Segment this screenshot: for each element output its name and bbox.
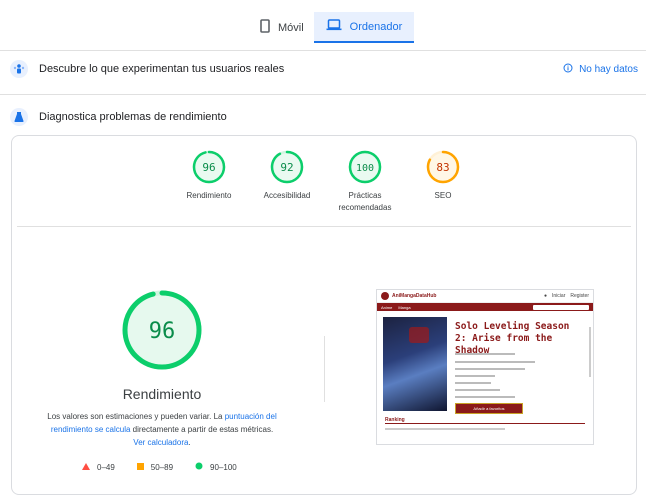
gauge-performance-label: Rendimiento — [186, 191, 232, 200]
score-legend: 0–49 50–89 90–100 — [82, 462, 237, 472]
tab-desktop-label: Ordenador — [349, 20, 403, 33]
performance-title: Rendimiento — [122, 386, 202, 402]
section-divider — [0, 94, 646, 95]
page-screenshot: AniMangaDataHub ● Iniciar Register Anime… — [376, 289, 594, 445]
gauge-best-practices-ring: 100 — [348, 150, 382, 184]
shot-header: AniMangaDataHub ● Iniciar Register — [377, 290, 593, 303]
square-icon — [136, 462, 144, 472]
tab-desktop[interactable]: Ordenador — [313, 12, 415, 43]
diagnostics-section: Diagnostica problemas de rendimiento — [10, 107, 638, 127]
shot-text-line — [455, 396, 515, 398]
tabs-divider — [0, 50, 646, 51]
gauge-seo-label: SEO — [434, 191, 452, 200]
field-data-section: Descubre lo que experimentan tus usuario… — [10, 59, 638, 79]
gauge-accessibility[interactable]: 92 Accesibilidad — [248, 150, 326, 214]
legend-average-range: 50–89 — [150, 462, 174, 472]
shot-text-line — [455, 389, 500, 391]
tab-mobile-label: Móvil — [278, 21, 304, 34]
shot-poster — [383, 317, 447, 411]
device-tabs: Móvil Ordenador — [250, 12, 415, 43]
shot-nav-anime: Anime — [381, 304, 393, 310]
gauge-accessibility-label: Accesibilidad — [263, 191, 311, 200]
gauge-seo-value: 83 — [436, 161, 449, 174]
gauge-performance-value: 96 — [202, 161, 215, 174]
performance-disclaimer: Los valores son estimaciones y pueden va… — [45, 410, 279, 449]
legend-fail-range: 0–49 — [97, 462, 115, 472]
performance-score: 96 — [149, 319, 176, 344]
gauge-best-practices-label: Prácticas recomendadas — [338, 191, 392, 212]
legend-fail: 0–49 — [82, 462, 115, 472]
circle-icon — [195, 462, 203, 472]
disclaimer-text: Los valores son estimaciones y pueden va… — [47, 412, 225, 421]
shot-body: Solo Leveling Season 2: Arise from the S… — [377, 311, 593, 431]
score-gauges: 96 Rendimiento 92 Accesibilidad 100 Prác… — [170, 150, 482, 214]
gauge-seo[interactable]: 83 SEO — [404, 150, 482, 214]
gauges-divider — [17, 226, 631, 227]
disclaimer-text-2: directamente a partir de estas métricas. — [130, 425, 274, 434]
performance-gauge: 96 — [122, 290, 202, 370]
phone-icon — [260, 19, 270, 36]
calculator-link[interactable]: Ver calculadora — [133, 438, 188, 447]
shot-brand: AniMangaDataHub — [392, 293, 437, 299]
shot-title: Solo Leveling Season 2: Arise from the S… — [455, 321, 570, 356]
gauge-performance-ring: 96 — [192, 150, 226, 184]
shot-search — [533, 304, 589, 310]
shot-scrollbar — [589, 327, 591, 377]
info-icon — [563, 63, 573, 76]
disclaimer-end: . — [188, 438, 191, 447]
legend-pass-range: 90–100 — [210, 462, 237, 472]
laptop-icon — [326, 19, 342, 34]
legend-pass: 90–100 — [195, 462, 237, 472]
brand-logo-icon — [381, 292, 389, 300]
shot-register: Register — [570, 293, 589, 299]
shot-text-line — [385, 428, 505, 430]
shot-favorite-button: Añadir a favoritos — [455, 403, 523, 414]
users-icon — [10, 60, 28, 78]
field-data-title: Descubre lo que experimentan tus usuario… — [39, 63, 285, 75]
triangle-icon — [82, 462, 90, 472]
no-data-link[interactable]: No hay datos — [563, 63, 638, 76]
shot-login: Iniciar — [552, 293, 566, 299]
vertical-separator — [324, 336, 325, 402]
gauge-best-practices[interactable]: 100 Prácticas recomendadas — [326, 150, 404, 214]
diagnostics-title: Diagnostica problemas de rendimiento — [39, 111, 227, 123]
shot-text-line — [455, 375, 495, 377]
shot-section-bar — [385, 423, 585, 424]
no-data-label: No hay datos — [579, 63, 638, 75]
legend-average: 50–89 — [136, 462, 174, 472]
tab-mobile[interactable]: Móvil — [250, 12, 314, 43]
shot-nav-manga: Manga — [398, 304, 411, 310]
shot-nav: Anime Manga — [377, 303, 593, 311]
gauge-performance[interactable]: 96 Rendimiento — [170, 150, 248, 214]
shot-auth: ● Iniciar Register — [544, 293, 589, 299]
shot-text-line — [455, 353, 515, 355]
gauge-accessibility-ring: 92 — [270, 150, 304, 184]
flask-icon — [10, 108, 28, 126]
gauge-seo-ring: 83 — [426, 150, 460, 184]
user-icon: ● — [544, 293, 548, 299]
shot-text-line — [455, 368, 525, 370]
gauge-best-practices-value: 100 — [356, 163, 374, 174]
shot-text-line — [455, 361, 535, 363]
gauge-accessibility-value: 92 — [280, 161, 293, 174]
shot-text-line — [455, 382, 491, 384]
